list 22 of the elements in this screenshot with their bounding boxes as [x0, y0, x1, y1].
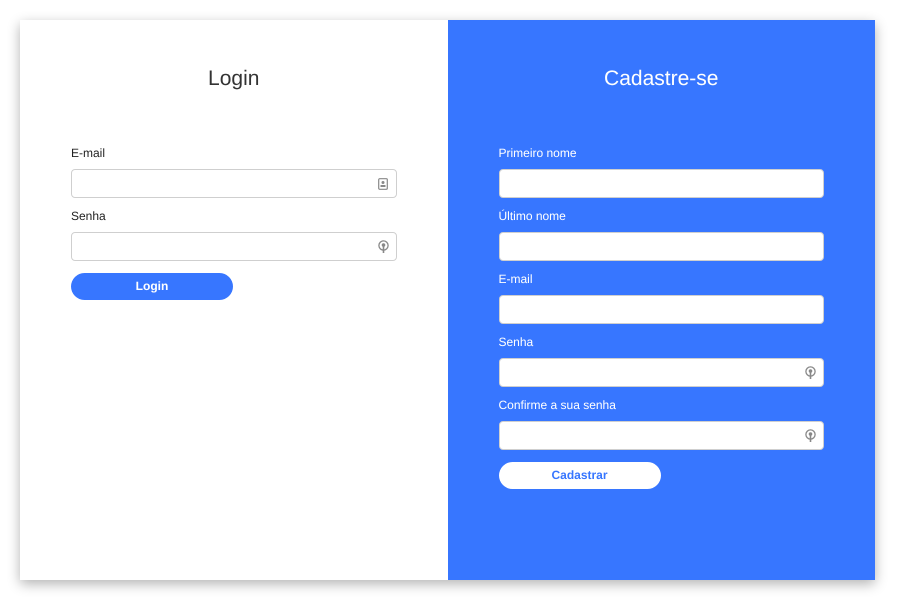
input-field[interactable] — [71, 168, 396, 198]
login-button[interactable]: Login — [71, 272, 233, 300]
field-label: E-mail — [498, 270, 534, 288]
form-title: Login — [207, 66, 260, 92]
field-label: Senha — [71, 208, 107, 224]
field-label: E-mail — [71, 144, 106, 162]
field-label: Primeiro nome — [498, 144, 578, 162]
input-field[interactable] — [498, 420, 824, 450]
input-field[interactable] — [498, 168, 824, 198]
input-field[interactable] — [71, 232, 396, 260]
contact-card-icon — [378, 178, 388, 190]
field-label: Confirme a sua senha — [498, 396, 617, 414]
input-field[interactable] — [498, 358, 824, 386]
key-icon — [378, 240, 388, 254]
field-label: Último nome — [498, 208, 567, 224]
register-button[interactable]: Cadastrar — [498, 462, 660, 488]
input-field[interactable] — [498, 294, 824, 324]
field-label: Senha — [498, 334, 534, 350]
key-icon — [805, 428, 816, 442]
form-title: Cadastre-se — [603, 66, 720, 92]
input-field[interactable] — [498, 232, 824, 260]
key-icon — [805, 366, 816, 380]
